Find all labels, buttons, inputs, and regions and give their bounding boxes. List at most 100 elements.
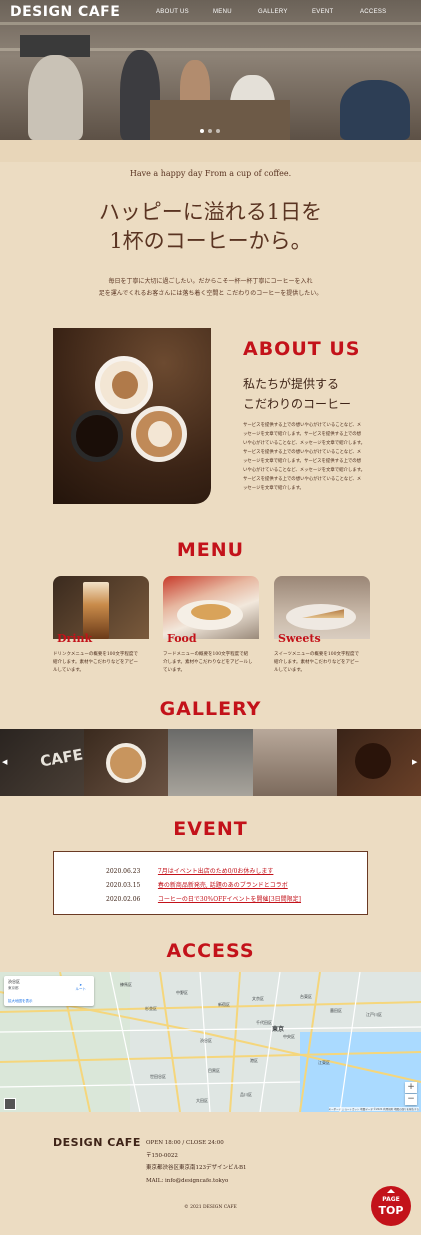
map-route-button[interactable]: ➤ ルート: [76, 983, 87, 992]
menu-desc-line: ルしています。: [274, 668, 305, 673]
footer-address: 東京都渋谷区東京南123デザインビルB1: [146, 1165, 247, 1171]
about-body-line: サービスを提供する上での想いや心がけていることなど、メ: [243, 423, 362, 428]
latte-art: [112, 371, 138, 399]
event-link[interactable]: コーヒーの日で30%OFFイベントを開催[3日間限定]: [158, 896, 301, 903]
event-date: 2020.03.15: [106, 882, 141, 889]
food-image: [163, 576, 259, 639]
customer-figure: [340, 80, 410, 140]
map-label: 新宿区: [218, 1002, 230, 1007]
zoom-out-button[interactable]: −: [405, 1094, 417, 1105]
menu-label: Sweets: [278, 632, 321, 645]
event-link[interactable]: 春の新商品新発売, 話題のあのブランドとコラボ: [158, 882, 288, 889]
nav-menu[interactable]: MENU: [213, 9, 232, 15]
zoom-in-button[interactable]: +: [405, 1082, 417, 1093]
menu-desc-line: ドリンクメニューの概要を100文字程度で: [53, 652, 138, 657]
event-item: 2020.06.23 7月はイベント出店のため0/0お休みします: [106, 866, 273, 875]
footer-mail: MAIL: info@designcafe.tokyo: [146, 1177, 229, 1184]
map-info-card: 渋谷区 東京都 ➤ ルート 拡大地図を表示: [4, 976, 94, 1006]
map-label: 墨田区: [330, 1008, 342, 1013]
map-label: 千代田区: [256, 1020, 272, 1025]
about-body: サービスを提供する上での想いや心がけていることなど、メ ッセージを文章で紹介しま…: [243, 421, 368, 493]
about-body-line: サービスを提供する上での想いや心がけていることなど、メ: [243, 450, 362, 455]
bay-water: [300, 1032, 421, 1112]
latte-cup: [95, 356, 153, 414]
google-map[interactable]: 渋谷区 東京都 ➤ ルート 拡大地図を表示 中野区 新宿区 杉並区 渋谷区 千代…: [0, 972, 421, 1112]
map-label: 杉並区: [145, 1006, 157, 1011]
menu-desc-line: 介します。素材やこだわりなどをアピールし: [163, 660, 253, 665]
gallery-next-icon[interactable]: ▶: [412, 758, 420, 766]
sweets-image: [274, 576, 370, 639]
latte-cup: [106, 743, 147, 783]
event-title: EVENT: [173, 818, 248, 840]
footer-hours: OPEN 18:00 / CLOSE 24:00: [146, 1140, 224, 1146]
iced-coffee-glass: [83, 582, 109, 639]
map-label: 江戸川区: [366, 1012, 382, 1017]
coffee-beans: [354, 743, 391, 779]
map-label: 東京: [272, 1026, 285, 1033]
about-body-line: ッセージを文章で紹介します。: [243, 486, 304, 491]
about-subtitle-line: 私たちが提供する: [243, 377, 340, 391]
arrow-up-icon: [387, 1189, 395, 1193]
about-body-line: サービスを提供する上での想いや心がけていることなど、メ: [243, 477, 362, 482]
menu-desc-line: スイーツメニューの概要を100文字程度で: [274, 652, 359, 657]
menu-card-drink[interactable]: Drink ドリンクメニューの概要を100文字程度で 紹介します。素材やこだわり…: [53, 576, 149, 675]
map-route-label: ルート: [75, 987, 87, 991]
event-list: 2020.06.23 7月はイベント出店のため0/0お休みします 2020.03…: [53, 851, 368, 915]
copyright: © 2021 DESIGN CAFE: [184, 1205, 237, 1210]
gallery-image[interactable]: [84, 729, 169, 796]
menu-card-food[interactable]: Food フードメニューの概要を100文字程度で紹 介します。素材やこだわりなど…: [163, 576, 259, 675]
hero-slider-dots: [200, 129, 220, 133]
map-place-sub: 東京都: [8, 986, 19, 990]
lead-text: 毎日を丁寧に大切に過ごしたい。だからこそ一杯一杯丁寧にコーヒーを入れ 足を運んで…: [0, 276, 421, 300]
map-layer-toggle[interactable]: [4, 1098, 16, 1110]
map-label: 世田谷区: [150, 1074, 166, 1079]
about-body-line: いや心がけていることなど、メッセージを文章で紹介します。: [243, 441, 366, 446]
slider-dot[interactable]: [216, 129, 220, 133]
about-subtitle-line: こだわりのコーヒー: [243, 397, 352, 411]
gallery-image[interactable]: [252, 729, 337, 796]
map-label: 大田区: [196, 1098, 208, 1103]
latte-art: [148, 421, 172, 447]
event-item: 2020.03.15 春の新商品新発売, 話題のあのブランドとコラボ: [106, 880, 288, 889]
nav-event[interactable]: EVENT: [312, 9, 334, 15]
footer-info: OPEN 18:00 / CLOSE 24:00 〒150-0022 東京都渋谷…: [146, 1137, 247, 1187]
latte-cup: [131, 406, 187, 462]
map-enlarge-link[interactable]: 拡大地図を表示: [8, 999, 33, 1004]
menu-desc-line: ルしています。: [53, 668, 84, 673]
menu-desc-line: 紹介します。素材やこだわりなどをアピー: [274, 660, 360, 665]
nav-gallery[interactable]: GALLERY: [258, 9, 288, 15]
gallery-prev-icon[interactable]: ◀: [2, 758, 10, 766]
menu-label: Food: [167, 632, 197, 645]
gallery-image[interactable]: CAFE: [0, 729, 85, 796]
map-label: 台東区: [300, 994, 312, 999]
headline-line: 1杯のコーヒーから。: [109, 229, 312, 253]
page-top-button[interactable]: PAGE TOP: [371, 1186, 411, 1226]
map-label: 練馬区: [120, 982, 132, 987]
about-body-line: ッセージを文章で紹介します。サービスを提供する上での想: [243, 432, 362, 437]
map-label: 港区: [250, 1058, 258, 1063]
menu-desc: スイーツメニューの概要を100文字程度で 紹介します。素材やこだわりなどをアピー…: [274, 651, 370, 675]
menu-title: MENU: [176, 539, 245, 561]
menu-desc: ドリンクメニューの概要を100文字程度で 紹介します。素材やこだわりなどをアピー…: [53, 651, 149, 675]
gallery-image[interactable]: [336, 729, 421, 796]
event-date: 2020.06.23: [106, 868, 141, 875]
map-label: 渋谷区: [200, 1038, 212, 1043]
slider-dot[interactable]: [200, 129, 204, 133]
footer-logo[interactable]: DESIGN CAFE: [53, 1136, 141, 1149]
shelf-line: [0, 22, 421, 25]
hero-bottom-band: [0, 140, 421, 162]
nav-about-us[interactable]: ABOUT US: [156, 9, 189, 15]
gallery-image[interactable]: [168, 729, 253, 796]
map-credit: キーボード ショートカット 地図データ ©2021 利用規約 地図の誤りを報告す…: [328, 1107, 419, 1111]
event-link[interactable]: 7月はイベント出店のため0/0お休みします: [158, 868, 273, 875]
gallery-strip: CAFE: [0, 729, 421, 796]
tagline: Have a happy day From a cup of coffee.: [129, 169, 292, 178]
page-top-label: TOP: [378, 1204, 404, 1217]
menu-card-sweets[interactable]: Sweets スイーツメニューの概要を100文字程度で 紹介します。素材やこだわ…: [274, 576, 370, 675]
slider-dot[interactable]: [208, 129, 212, 133]
map-label: 江東区: [318, 1060, 330, 1065]
about-subtitle: 私たちが提供する こだわりのコーヒー: [243, 374, 351, 414]
gallery-title: GALLERY: [159, 698, 262, 720]
menu-desc-line: 紹介します。素材やこだわりなどをアピー: [53, 660, 139, 665]
nav-access[interactable]: ACCESS: [360, 9, 386, 15]
